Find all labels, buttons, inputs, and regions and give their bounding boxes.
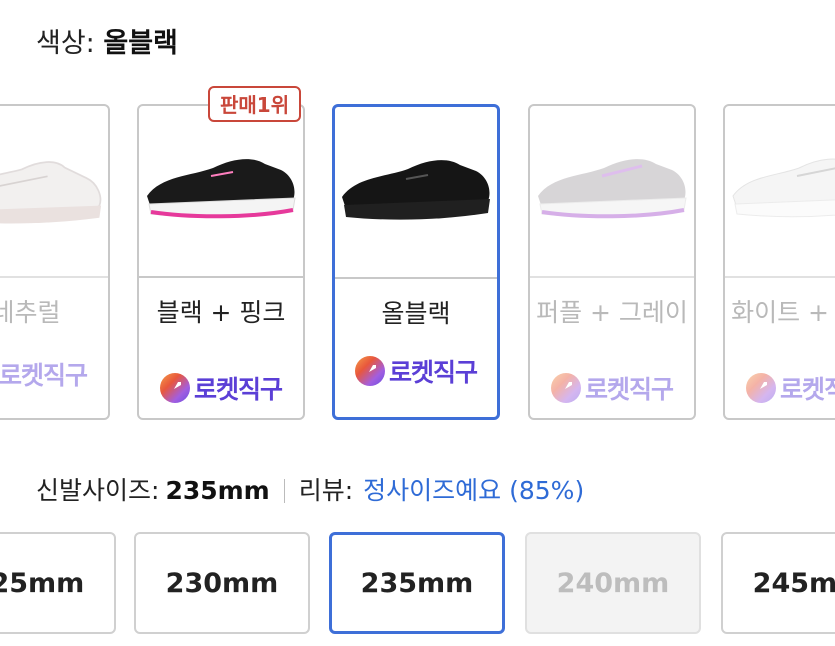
shoe-icon bbox=[732, 158, 835, 218]
rocket-icon bbox=[354, 356, 385, 386]
rocket-direct-label: 로켓직구 bbox=[388, 358, 478, 387]
shoe-image-black-pink bbox=[139, 106, 303, 278]
size-option-235[interactable]: 235mm bbox=[329, 532, 505, 634]
size-option-225[interactable]: 225mm bbox=[0, 532, 116, 634]
shoe-image-purple-gray bbox=[530, 106, 694, 278]
rocket-direct-label: 로켓직구 bbox=[779, 375, 835, 404]
color-option-header: 색상: 올블랙 bbox=[36, 26, 178, 62]
shoe-image-white-silver bbox=[725, 106, 835, 278]
color-label: 색상: bbox=[36, 28, 95, 59]
color-option-purple-gray[interactable]: 퍼플 + 그레이 로켓직구 bbox=[528, 104, 696, 420]
shoe-icon bbox=[0, 161, 102, 224]
selected-size-value: 235mm bbox=[165, 476, 270, 505]
size-review-link[interactable]: 정사이즈예요 (85%) bbox=[363, 474, 584, 508]
shoe-image-natural bbox=[0, 106, 108, 278]
size-label: 신발사이즈: bbox=[36, 476, 160, 505]
selected-color-value: 올블랙 bbox=[103, 28, 178, 59]
rocket-direct-badge: 로켓직구 bbox=[530, 370, 694, 406]
rocket-direct-label: 로켓직구 bbox=[584, 375, 674, 404]
shoe-icon bbox=[538, 159, 687, 219]
size-review-label: 리뷰: bbox=[298, 476, 354, 505]
color-option-name: 화이트 + 실버 bbox=[731, 298, 835, 327]
rocket-direct-label: 로켓직구 bbox=[193, 375, 283, 404]
rocket-icon bbox=[745, 373, 776, 403]
rocket-direct-label: 로켓직구 bbox=[0, 361, 88, 390]
color-option-name: 올블랙 bbox=[381, 299, 451, 328]
size-option-header: 신발사이즈: 235mm 리뷰: 정사이즈예요 (85%) bbox=[36, 474, 584, 508]
rocket-icon bbox=[159, 373, 190, 403]
color-option-name: 블랙 + 핑크 bbox=[156, 298, 286, 327]
shoe-icon bbox=[342, 160, 490, 220]
color-option-white-silver[interactable]: 화이트 + 실버 로켓직구 bbox=[723, 104, 835, 420]
size-option-230[interactable]: 230mm bbox=[134, 532, 310, 634]
best-seller-tag: 판매1위 bbox=[208, 86, 302, 122]
size-option-240[interactable]: 240mm bbox=[525, 532, 701, 634]
rocket-direct-badge: 로켓직구 bbox=[335, 353, 497, 389]
color-option-natural[interactable]: 네추럴 로켓직구 bbox=[0, 104, 110, 420]
rocket-direct-badge: 로켓직구 bbox=[725, 370, 835, 406]
color-option-black-pink[interactable]: 블랙 + 핑크 로켓직구 bbox=[137, 104, 305, 420]
color-option-name: 네추럴 bbox=[0, 298, 61, 327]
size-option-245[interactable]: 245mm bbox=[721, 532, 835, 634]
rocket-direct-badge: 로켓직구 bbox=[0, 356, 108, 392]
color-option-all-black[interactable]: 올블랙 로켓직구 bbox=[332, 104, 500, 420]
color-option-name: 퍼플 + 그레이 bbox=[536, 298, 688, 327]
shoe-icon bbox=[147, 159, 296, 219]
rocket-direct-badge: 로켓직구 bbox=[139, 370, 303, 406]
shoe-image-all-black bbox=[335, 107, 497, 279]
divider bbox=[283, 479, 285, 503]
product-option-selector: 색상: 올블랙 판매1위 네추럴 로켓직구 블랙 + 핑크 로켓직구 올블랙 로… bbox=[0, 0, 835, 646]
rocket-icon bbox=[550, 373, 581, 403]
